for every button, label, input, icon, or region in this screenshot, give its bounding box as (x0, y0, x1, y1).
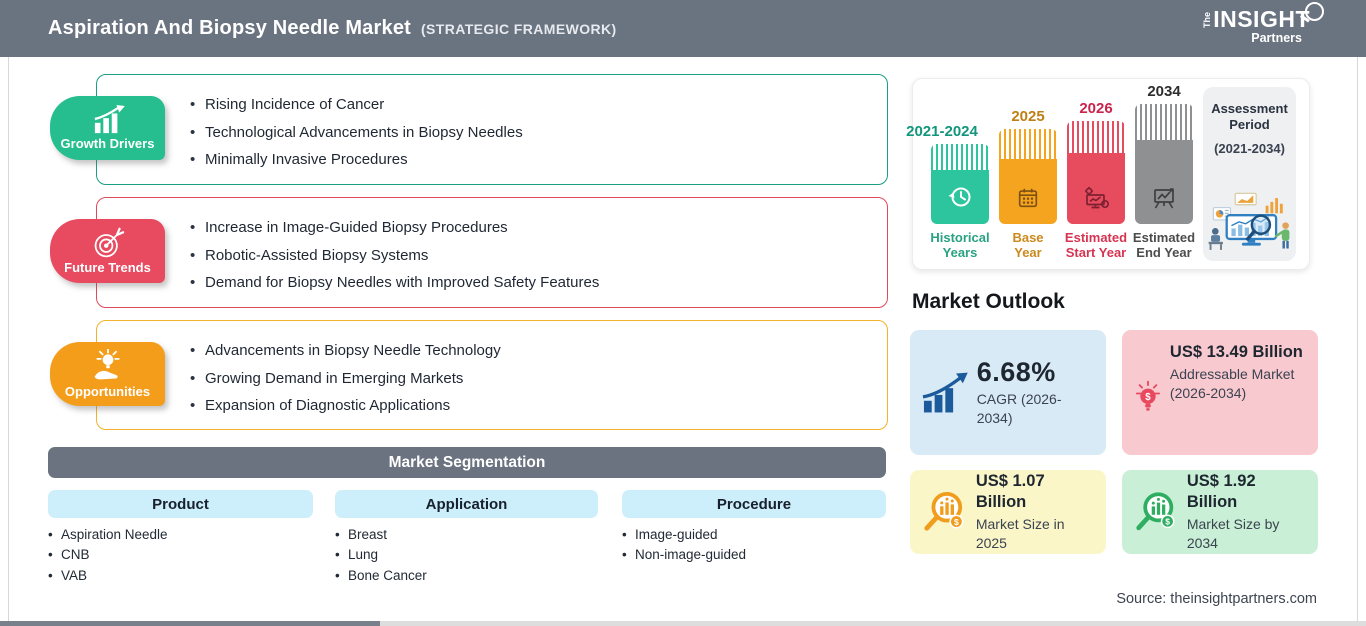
list-item: Advancements in Biopsy Needle Technology (190, 337, 501, 365)
list-item: Bone Cancer (335, 565, 427, 586)
list-item: Minimally Invasive Procedures (190, 146, 523, 174)
horizontal-scrollbar[interactable] (0, 621, 1366, 626)
market-magnifier-icon: $ (924, 491, 964, 531)
list-item: Demand for Biopsy Needles with Improved … (190, 269, 599, 297)
list-item: Breast (335, 524, 427, 545)
market-segmentation-banner: Market Segmentation (48, 447, 886, 478)
list-item: Expansion of Diagnostic Applications (190, 392, 501, 420)
procedure-list: Image-guided Non-image-guided (622, 524, 746, 565)
analysts-illustration (1208, 192, 1290, 250)
barcode-stripes (1067, 121, 1125, 153)
barcode-stripes (1135, 104, 1193, 140)
list-item: Rising Incidence of Cancer (190, 91, 523, 119)
page-border-right (1357, 57, 1358, 621)
logo-insight-text: INSIGHT (1213, 6, 1310, 32)
market-size-2034-value: US$ 1.92 Billion (1186, 472, 1256, 511)
header-bar: Aspiration And Biopsy Needle Market (STR… (0, 0, 1366, 57)
list-item: Image-guided (622, 524, 746, 545)
bulb-hand-icon (94, 349, 120, 380)
list-item: Aspiration Needle (48, 524, 168, 545)
presentation-chart-icon (1154, 188, 1174, 209)
magnifier-icon (1305, 2, 1324, 21)
list-item: Growing Demand in Emerging Markets (190, 365, 501, 393)
monitor-chart-icon (1085, 187, 1109, 209)
market-size-2025-card: $ US$ 1.07 Billion Market Size in 2025 (910, 470, 1106, 554)
market-size-2034-card: $ US$ 1.92 Billion Market Size by 2034 (1122, 470, 1318, 554)
list-item: CNB (48, 545, 168, 566)
list-item: Robotic-Assisted Biopsy Systems (190, 242, 599, 270)
market-size-2025-label: Market Size in 2025 (975, 516, 1065, 551)
svg-text:$: $ (954, 517, 959, 527)
growth-drivers-list: Rising Incidence of Cancer Technological… (190, 91, 523, 174)
assessment-period: (2021-2034) (1214, 141, 1285, 156)
opportunities-list: Advancements in Biopsy Needle Technology… (190, 337, 501, 420)
timeline-bar-base (999, 129, 1057, 224)
bar-caption: Estimated Start Year (1064, 230, 1128, 260)
history-clock-icon (948, 187, 971, 207)
list-item: Technological Advancements in Biopsy Nee… (190, 119, 523, 147)
target-dart-icon (94, 227, 124, 258)
segment-header-product: Product (48, 490, 313, 518)
logo-partners-text: Partners (1251, 31, 1302, 45)
year-label: 2026 (1079, 100, 1113, 117)
section-label: Growth Drivers (60, 136, 155, 151)
page-title: Aspiration And Biopsy Needle Market (48, 17, 411, 39)
market-magnifier-icon: $ (1136, 492, 1175, 531)
svg-text:$: $ (1165, 517, 1170, 527)
addressable-market-card: $ US$ 13.49 Billion Addressable Market (… (1122, 330, 1318, 455)
source-text: Source: theinsightpartners.com (1116, 591, 1317, 607)
page-subtitle: (STRATEGIC FRAMEWORK) (421, 20, 617, 37)
svg-text:$: $ (1145, 392, 1151, 403)
scrollbar-thumb[interactable] (0, 621, 380, 626)
bar-caption: Historical Years (930, 230, 990, 260)
application-list: Breast Lung Bone Cancer (335, 524, 427, 586)
opportunities-pill: Opportunities (50, 342, 165, 406)
section-label: Future Trends (64, 260, 151, 275)
section-label: Opportunities (64, 384, 151, 399)
addressable-label: Addressable Market (2026-2034) (1169, 366, 1295, 401)
assessment-period-box: Assessment Period (2021-2034) (1203, 87, 1296, 261)
cagr-label: CAGR (2026-2034) (976, 391, 1062, 426)
barcode-stripes (999, 129, 1057, 159)
list-item: Lung (335, 545, 427, 566)
segment-header-application: Application (335, 490, 598, 518)
future-trends-pill: Future Trends (50, 219, 165, 283)
list-item: VAB (48, 565, 168, 586)
list-item: Non-image-guided (622, 545, 746, 566)
product-list: Aspiration Needle CNB VAB (48, 524, 168, 586)
page-border-left (8, 57, 9, 621)
market-size-2034-label: Market Size by 2034 (1186, 516, 1280, 551)
growth-drivers-pill: Growth Drivers (50, 96, 165, 160)
year-label: 2021-2024 (906, 123, 978, 140)
segmentation-title: Market Segmentation (388, 453, 546, 471)
market-size-2025-value: US$ 1.07 Billion (975, 472, 1045, 511)
market-outlook-title: Market Outlook (912, 290, 1065, 313)
timeline-bar-est-end (1135, 104, 1193, 224)
timeline-bar-est-start (1067, 121, 1125, 224)
list-item: Increase in Image-Guided Biopsy Procedur… (190, 214, 599, 242)
bar-caption: Base Year (1012, 230, 1044, 260)
barcode-stripes (931, 144, 989, 170)
growth-chart-icon (94, 105, 125, 134)
timeline-bar-historical (931, 144, 989, 224)
cagr-growth-icon (922, 372, 968, 412)
bar-caption: Estimated End Year (1132, 230, 1196, 260)
logo-the-text: The (1202, 11, 1213, 28)
addressable-value: US$ 13.49 Billion (1169, 343, 1303, 361)
calendar-icon (1018, 188, 1038, 208)
future-trends-list: Increase in Image-Guided Biopsy Procedur… (190, 214, 599, 297)
bulb-dollar-icon: $ (1135, 380, 1161, 411)
assessment-timeline-panel: 2021-2024 2025 2026 2034 Historical Year… (906, 78, 1310, 270)
segment-header-procedure: Procedure (622, 490, 886, 518)
cagr-card: 6.68% CAGR (2026-2034) (910, 330, 1106, 455)
cagr-value: 6.68% (976, 357, 1056, 387)
year-label: 2034 (1147, 83, 1181, 100)
insight-partners-logo: The INSIGHT Partners (1202, 2, 1324, 45)
year-label: 2025 (1011, 108, 1045, 125)
assessment-title: Assessment (1211, 101, 1288, 116)
